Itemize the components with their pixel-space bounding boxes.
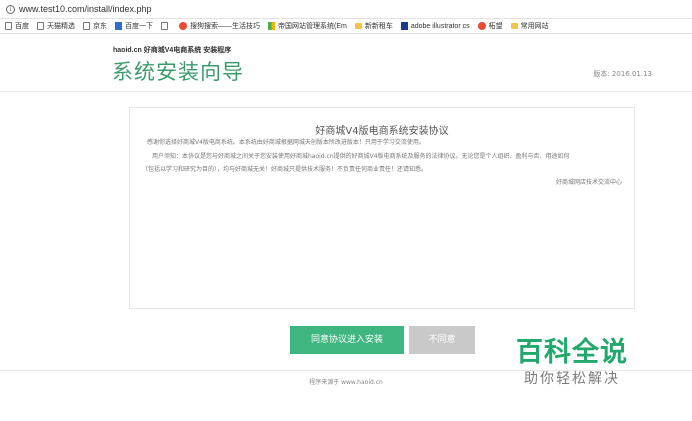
url-text[interactable]: www.test10.com/install/index.php	[19, 4, 152, 14]
empire-icon	[268, 22, 275, 30]
bookmark-item[interactable]: 帝国网站管理系统(Em	[268, 21, 347, 31]
agree-button[interactable]: 同意协议进入安装	[290, 326, 404, 354]
agreement-title: 好商城V4版电商系统安装协议	[315, 126, 449, 137]
agreement-paragraph: 感谢你选择好商城V4版电商系统。本系统由好商城根据网城天创版本所改进版本！只用于…	[147, 139, 425, 146]
folder-icon	[510, 23, 518, 29]
version-label: 版本: 2016.01.13	[593, 70, 652, 78]
bookmark-item[interactable]: 柘望	[477, 21, 503, 31]
bookmark-label: 新新租车	[364, 23, 393, 30]
bookmark-item[interactable]: 百度	[5, 21, 29, 31]
bookmark-item[interactable]: 天猫精选	[37, 21, 75, 31]
address-bar[interactable]: i www.test10.com/install/index.php	[0, 0, 692, 19]
bookmark-label: adobe illustrator cs	[410, 22, 470, 30]
page-title: 系统安装向导	[112, 60, 244, 84]
sogou-icon	[477, 22, 486, 30]
page-icon	[5, 22, 12, 30]
bookmark-label: 柘望	[488, 23, 503, 30]
page-icon	[37, 22, 44, 30]
disagree-button[interactable]: 不同意	[409, 326, 475, 354]
watermark-subtitle: 助你轻松解决	[524, 371, 620, 387]
bookmark-item[interactable]: 京东	[83, 21, 107, 31]
bookmark-label: 天猫精选	[47, 23, 75, 30]
bookmark-label: 京东	[93, 23, 107, 30]
bookmark-item[interactable]: 百度一下	[115, 21, 153, 31]
bookmark-label: 搜狗搜索——生活技巧	[190, 23, 260, 30]
info-icon[interactable]: i	[6, 4, 15, 14]
page-icon	[161, 22, 168, 30]
adobe-icon	[400, 22, 408, 30]
agreement-paragraph: （包括以学习和研究为目的），均与好商城无关！好商城只提供技术服务！不负责任何商业…	[142, 166, 428, 173]
bookmark-item[interactable]: 常用网站	[510, 21, 549, 31]
baidu-icon	[115, 22, 122, 30]
bookmark-item[interactable]: 新新租车	[354, 21, 393, 31]
folder-icon	[354, 23, 362, 29]
agreement-signature: 好商城网店技术交流中心	[555, 179, 622, 186]
watermark: 百科全说 助你轻松解决	[510, 330, 660, 390]
header-divider	[0, 91, 692, 92]
watermark-title: 百科全说	[516, 337, 628, 368]
agreement-box[interactable]: 好商城V4版电商系统安装协议 感谢你选择好商城V4版电商系统。本系统由好商城根据…	[129, 107, 635, 309]
bookmark-item[interactable]: 搜狗搜索——生活技巧	[179, 21, 260, 31]
page-icon	[83, 22, 90, 30]
bookmark-item[interactable]	[161, 22, 171, 30]
bookmark-label: 常用网站	[520, 23, 549, 30]
bookmarks-bar: 百度 天猫精选 京东 百度一下 搜狗搜索——生活技巧 帝国网站管理系统(Em 新…	[0, 19, 692, 34]
bookmark-label: 帝国网站管理系统(Em	[278, 23, 347, 30]
bookmark-item[interactable]: adobe illustrator cs	[400, 22, 470, 30]
site-name: haoid.cn 好商城V4电商系统 安装程序	[113, 47, 232, 54]
agreement-paragraph: 用户须知：本协议是您与好商城之间关于您安装使用好商城haoid.cn提供的好商城…	[152, 153, 570, 160]
bookmark-label: 百度	[15, 23, 29, 30]
sogou-icon	[179, 22, 187, 30]
bookmark-label: 百度一下	[125, 23, 153, 30]
